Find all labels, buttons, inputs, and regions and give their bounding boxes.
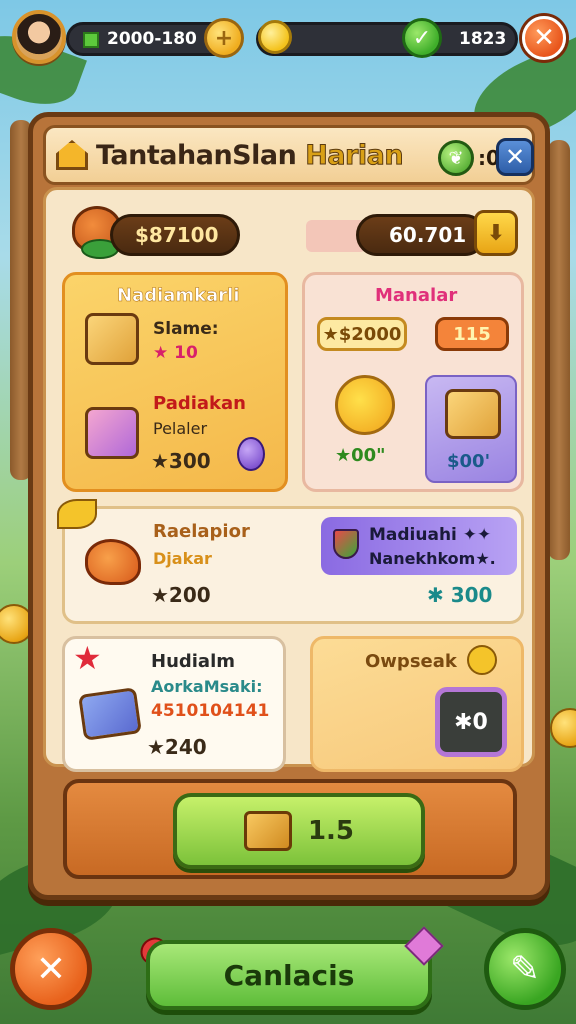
- check-button[interactable]: ✓: [402, 18, 442, 58]
- leaf-badge-icon: [57, 499, 97, 529]
- crossed-tools-icon: ✕: [35, 948, 67, 990]
- close-icon: ✕: [533, 23, 555, 53]
- level-value: 115: [453, 323, 491, 345]
- banner-line2: Nanekhkom★.: [369, 549, 496, 568]
- tools-button[interactable]: ✕: [10, 928, 92, 1010]
- currency-value: 2000-180: [107, 29, 197, 49]
- slame-value: ★ 10: [153, 343, 198, 363]
- shield-icon: [333, 529, 359, 559]
- pen-icon: ✎: [509, 948, 541, 990]
- padiakan-label: Padiakan: [153, 393, 246, 414]
- reward-card-2[interactable]: Manalar ★$2000 115 ★00" $00': [302, 272, 524, 492]
- daily-challenge-panel: TantahanSlan Harian ❦ :0 ✕ $87100 60.701…: [28, 112, 550, 900]
- item-badge[interactable]: ✱0: [435, 687, 507, 757]
- gem-icon: [83, 32, 99, 48]
- check-icon: ✓: [412, 25, 432, 51]
- gift-icon: [243, 811, 292, 851]
- banner-line1: Madiuahi ✦✦: [369, 525, 492, 545]
- edit-button[interactable]: ✎: [484, 928, 566, 1010]
- price-pill: ★$2000: [317, 317, 407, 351]
- money-pill: $87100: [110, 214, 240, 256]
- add-coins-button[interactable]: +: [204, 18, 244, 58]
- house-icon: [56, 140, 88, 170]
- palm-trunk-right: [548, 140, 570, 560]
- panel-header: TantahanSlan Harian ❦ :0 ✕: [43, 125, 535, 185]
- price-value: ★$2000: [322, 323, 402, 345]
- crate-icon: [85, 313, 139, 365]
- score-value: 60.701: [389, 223, 467, 247]
- crate-icon: [445, 389, 501, 439]
- panel-close-button[interactable]: ✕: [496, 138, 534, 176]
- speech-bubble-icon: [467, 645, 497, 675]
- leaf-gem-icon: ❦: [438, 140, 474, 176]
- plus-icon: +: [214, 25, 234, 51]
- aorkamsaki-label: AorkaMsaki:: [151, 677, 263, 696]
- energy-value: 1823: [459, 29, 507, 49]
- money-value: $87100: [135, 223, 219, 247]
- red-star-icon: ★: [73, 639, 102, 677]
- reward-card-1[interactable]: Nadiamkarli Slame: ★ 10 Padiakan Pelaler…: [62, 272, 288, 492]
- title-highlight: Harian: [305, 140, 404, 172]
- reward-card-4[interactable]: ★ Hudialm AorkaMsaki: 4510104141 ★240: [62, 636, 286, 772]
- card3-value2: ✱ 300: [427, 583, 493, 607]
- egg-icon: [237, 437, 265, 471]
- player-avatar[interactable]: [12, 10, 66, 64]
- cancel-button[interactable]: Canlacis: [146, 940, 432, 1010]
- slame-label: Slame:: [153, 319, 219, 339]
- coin-decoration: [550, 708, 576, 748]
- collect-button[interactable]: ⬇: [474, 210, 518, 256]
- score-pill: 60.701: [356, 214, 486, 256]
- code-value: 4510104141: [151, 701, 270, 721]
- title-main: TantahanSlan: [96, 140, 306, 171]
- djakar-label: Djakar: [153, 549, 212, 568]
- top-resource-bar: 2000-180 + 1823 ✓ ✕: [10, 8, 568, 66]
- panel-content: $87100 60.701 ⬇ Nadiamkarli Slame: ★ 10 …: [43, 187, 535, 772]
- owpseak-label: Owpseak: [365, 651, 457, 672]
- close-icon: ✕: [504, 143, 526, 171]
- crate-value: $00': [447, 451, 491, 472]
- badge-value: ✱0: [454, 709, 488, 735]
- claim-button[interactable]: 1.5: [173, 793, 425, 869]
- download-icon: ⬇: [486, 220, 506, 246]
- sun-value: ★00": [335, 445, 386, 466]
- chest-icon: [85, 407, 139, 459]
- energy-pill: 1823: [256, 22, 518, 56]
- pelaler-label: Pelaler: [153, 419, 208, 438]
- book-icon: [78, 687, 142, 741]
- level-pill: 115: [435, 317, 509, 351]
- panel-title: TantahanSlan Harian: [96, 140, 404, 172]
- card-header: Manalar: [375, 285, 458, 306]
- reward-card-5[interactable]: Owpseak ✱0: [310, 636, 524, 772]
- claim-strip: 1.5: [63, 779, 517, 879]
- raelapior-label: Raelapior: [153, 521, 250, 542]
- purple-crate-card: $00': [425, 375, 517, 483]
- close-top-button[interactable]: ✕: [522, 16, 566, 60]
- claim-label: 1.5: [307, 816, 355, 846]
- hudialm-label: Hudialm: [151, 651, 236, 672]
- coin-icon: [258, 20, 292, 54]
- sun-icon: [335, 375, 395, 435]
- card3-star-value: ★200: [151, 583, 211, 607]
- card1-star-value: ★300: [151, 449, 211, 473]
- card4-star-value: ★240: [147, 735, 207, 759]
- cancel-label: Canlacis: [223, 958, 355, 992]
- bonus-banner: Madiuahi ✦✦ Nanekhkom★.: [321, 517, 517, 575]
- card-header: Nadiamkarli: [117, 285, 240, 307]
- reward-card-3[interactable]: Raelapior Djakar ★200 Madiuahi ✦✦ Nanekh…: [57, 499, 524, 624]
- fish-icon: [85, 539, 141, 585]
